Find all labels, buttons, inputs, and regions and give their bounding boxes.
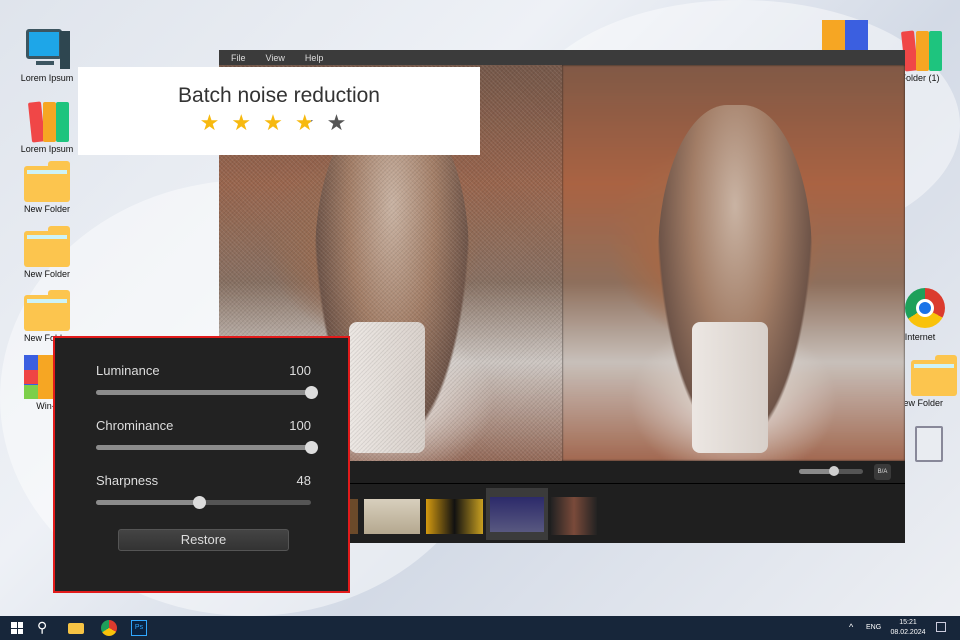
desktop-icon-computer[interactable]: Lorem Ipsum bbox=[12, 27, 82, 83]
sharpness-control: Sharpness 48 bbox=[96, 473, 311, 509]
windows-start-icon[interactable] bbox=[11, 622, 23, 634]
tray-chevron-icon[interactable]: ^ bbox=[849, 622, 853, 632]
feature-title: Batch noise reduction bbox=[178, 84, 380, 107]
desktop-icon-folder[interactable]: New Folder bbox=[12, 287, 82, 343]
menu-view[interactable]: View bbox=[266, 53, 285, 63]
folder-icon bbox=[24, 158, 70, 202]
before-after-toggle-button[interactable]: B/A bbox=[874, 464, 891, 480]
thumbnail[interactable] bbox=[426, 499, 483, 534]
menu-bar: File View Help bbox=[219, 50, 905, 65]
computer-icon bbox=[24, 27, 70, 71]
chrome-taskbar-icon[interactable] bbox=[101, 620, 117, 636]
half-star-icon: ★ bbox=[294, 110, 327, 135]
notification-icon[interactable] bbox=[936, 622, 946, 632]
photoshop-icon[interactable]: Ps bbox=[131, 620, 147, 636]
feature-card: Batch noise reduction ★★★★★ bbox=[78, 67, 480, 155]
star-icon: ★ bbox=[199, 110, 232, 135]
desktop-icon-folder[interactable]: New Folder bbox=[12, 158, 82, 214]
file-explorer-icon[interactable] bbox=[68, 623, 84, 634]
clock[interactable]: 15:21 08.02.2024 bbox=[888, 618, 928, 638]
folder-icon bbox=[24, 287, 70, 331]
sharpness-slider[interactable] bbox=[96, 496, 311, 509]
menu-help[interactable]: Help bbox=[305, 53, 324, 63]
chrominance-slider[interactable] bbox=[96, 441, 318, 454]
thumbnail[interactable] bbox=[551, 497, 597, 535]
restore-button[interactable]: Restore bbox=[118, 529, 289, 551]
language-indicator[interactable]: ENG bbox=[866, 624, 881, 631]
desktop-icon-folder[interactable]: New Folder bbox=[12, 223, 82, 279]
zoom-slider[interactable] bbox=[799, 466, 863, 476]
after-image bbox=[562, 65, 905, 461]
thumbnail[interactable] bbox=[364, 499, 420, 534]
luminance-control: Luminance 100 bbox=[96, 363, 318, 399]
thumbnail-selected[interactable] bbox=[490, 497, 544, 532]
thumbnail[interactable] bbox=[350, 499, 358, 534]
taskbar: ⚲ Ps ^ ENG 15:21 08.02.2024 bbox=[0, 616, 960, 640]
star-icon: ★ bbox=[263, 110, 295, 135]
desktop-icon-binders[interactable]: Lorem Ipsum bbox=[12, 98, 82, 154]
folder-icon bbox=[24, 223, 70, 267]
star-empty-icon: ★ bbox=[326, 110, 359, 135]
luminance-slider[interactable] bbox=[96, 386, 318, 399]
menu-file[interactable]: File bbox=[231, 53, 246, 63]
star-icon: ★ bbox=[231, 110, 264, 135]
chrominance-control: Chrominance 100 bbox=[96, 418, 318, 454]
binders-icon bbox=[24, 98, 70, 143]
search-icon[interactable]: ⚲ bbox=[37, 619, 53, 635]
star-rating: ★★★★★ bbox=[78, 110, 480, 136]
noise-reduction-panel: Luminance 100 Chrominance 100 Sharpness 48 … bbox=[53, 336, 350, 593]
